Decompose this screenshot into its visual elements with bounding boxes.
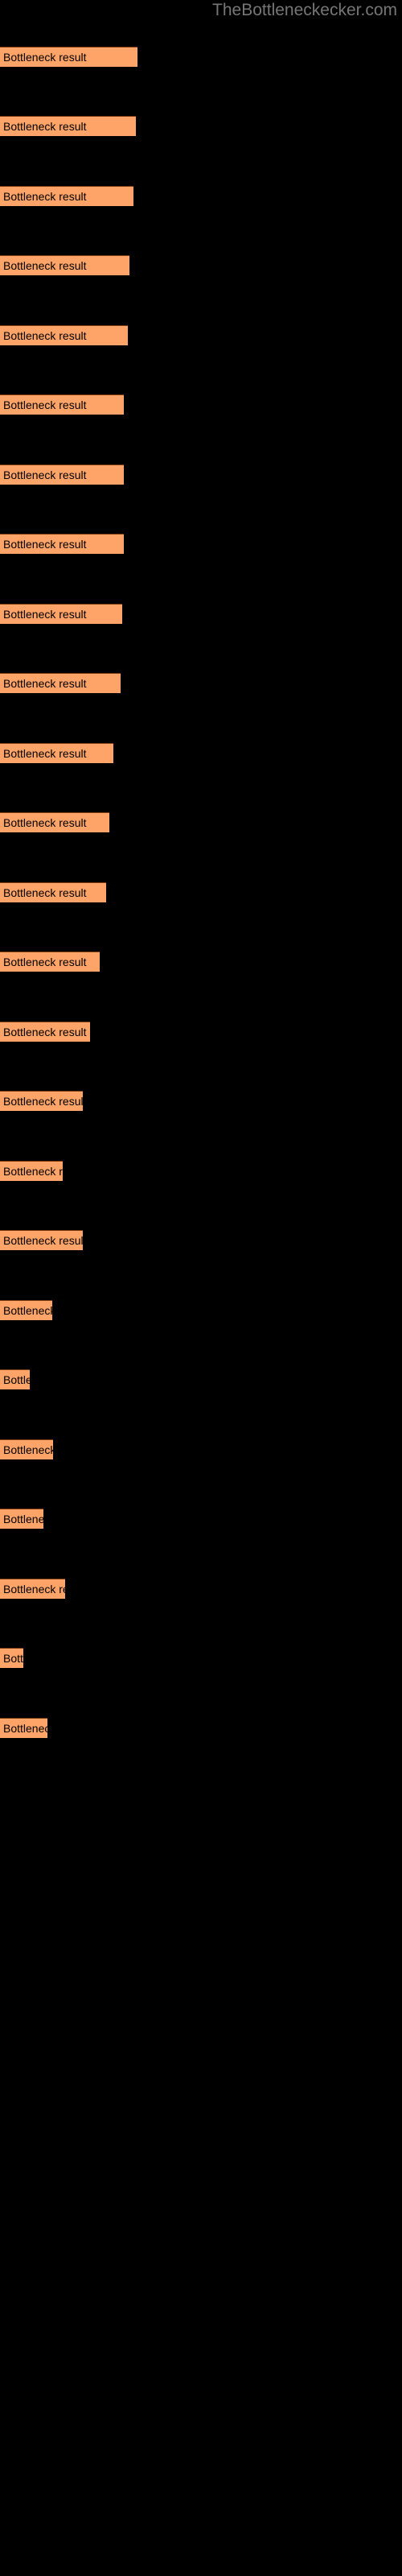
bar: Bottleneck result xyxy=(0,673,121,693)
bar: Bottleneck result xyxy=(0,255,129,275)
bar-row: Bottleneck result xyxy=(0,534,124,554)
bar: Bottleneck result xyxy=(0,47,137,67)
bars-layer: Bottleneck result Bottleneck result Bottle… xyxy=(0,0,402,2576)
bar-row: Bottleneck result xyxy=(0,464,124,485)
bar: Bottleneck result xyxy=(0,604,122,624)
bar: Bottleneck result xyxy=(0,1161,63,1181)
bar: Bottleneck result xyxy=(0,882,106,902)
bar-row: Bottleneck result xyxy=(0,1161,63,1181)
bar: Bottleneck result xyxy=(0,952,100,972)
bar-label: Bottleneck result xyxy=(3,469,87,481)
bar-label: Bottleneck result xyxy=(3,329,87,342)
bar-row: Bottleneck result xyxy=(0,1439,53,1459)
bar-row: Bottleneck result xyxy=(0,812,109,832)
bar: Bottleneck result xyxy=(0,1718,47,1738)
bar-label: Bottleneck result xyxy=(3,886,87,899)
bar-label: Bottleneck result xyxy=(3,259,87,272)
bar-row: Bottleneck result xyxy=(0,1300,52,1320)
bar: Bottleneck result xyxy=(0,116,136,136)
bar-row: Bottleneck result xyxy=(0,1509,43,1529)
bar: Bottleneck result xyxy=(0,812,109,832)
bar-label: Bottleneck result xyxy=(3,1165,63,1178)
bar-row: Bottleneck result xyxy=(0,255,129,275)
bar-label: Bottleneck result xyxy=(3,1095,83,1108)
bar-row: Bottleneck result xyxy=(0,116,136,136)
bar: Bottleneck result xyxy=(0,1230,83,1250)
bar-label: Bottleneck result xyxy=(3,190,87,203)
bar-row: Bottleneck result xyxy=(0,186,133,206)
bar-row: Bottleneck result xyxy=(0,394,124,415)
bar-label: Bottleneck result xyxy=(3,1652,23,1665)
bar-label: Bottleneck result xyxy=(3,1304,52,1317)
bar: Bottleneck result xyxy=(0,743,113,763)
bar-label: Bottleneck result xyxy=(3,1026,87,1038)
bottleneck-bar-chart: TheBottleneckecker.com Bottleneck result… xyxy=(0,0,402,2576)
bar: Bottleneck result xyxy=(0,1022,90,1042)
bar-row: Bottleneck result xyxy=(0,1718,47,1738)
bar-label: Bottleneck result xyxy=(3,1234,83,1247)
bar-label: Bottleneck result xyxy=(3,747,87,760)
bar-row: Bottleneck result xyxy=(0,1648,23,1668)
bar: Bottleneck result xyxy=(0,1439,53,1459)
bar-row: Bottleneck result xyxy=(0,1230,83,1250)
bar-row: Bottleneck result xyxy=(0,882,106,902)
bar: Bottleneck result xyxy=(0,1369,30,1389)
bar-row: Bottleneck result xyxy=(0,673,121,693)
bar: Bottleneck result xyxy=(0,1300,52,1320)
bar-row: Bottleneck result xyxy=(0,1022,90,1042)
bar: Bottleneck result xyxy=(0,325,128,345)
bar-label: Bottleneck result xyxy=(3,608,87,621)
bar: Bottleneck result xyxy=(0,464,124,485)
bar-label: Bottleneck result xyxy=(3,120,87,133)
bar: Bottleneck result xyxy=(0,186,133,206)
bar-label: Bottleneck result xyxy=(3,956,87,968)
bar-label: Bottleneck result xyxy=(3,1373,30,1386)
bar: Bottleneck result xyxy=(0,394,124,415)
bar: Bottleneck result xyxy=(0,1579,65,1599)
bar-row: Bottleneck result xyxy=(0,604,122,624)
bar-label: Bottleneck result xyxy=(3,538,87,551)
bar-label: Bottleneck result xyxy=(3,1513,43,1525)
bar: Bottleneck result xyxy=(0,1509,43,1529)
bar-row: Bottleneck result xyxy=(0,47,137,67)
bar: Bottleneck result xyxy=(0,534,124,554)
bar: Bottleneck result xyxy=(0,1091,83,1111)
bar-label: Bottleneck result xyxy=(3,51,87,64)
bar-row: Bottleneck result xyxy=(0,1369,30,1389)
bar-row: Bottleneck result xyxy=(0,743,113,763)
bar-row: Bottleneck result xyxy=(0,325,128,345)
bar-row: Bottleneck result xyxy=(0,1579,65,1599)
bar-label: Bottleneck result xyxy=(3,1443,53,1456)
bar-label: Bottleneck result xyxy=(3,677,87,690)
bar-row: Bottleneck result xyxy=(0,1091,83,1111)
bar-label: Bottleneck result xyxy=(3,1722,47,1735)
bar: Bottleneck result xyxy=(0,1648,23,1668)
bar-row: Bottleneck result xyxy=(0,952,100,972)
bar-label: Bottleneck result xyxy=(3,816,87,829)
bar-label: Bottleneck result xyxy=(3,1583,65,1596)
bar-label: Bottleneck result xyxy=(3,398,87,411)
